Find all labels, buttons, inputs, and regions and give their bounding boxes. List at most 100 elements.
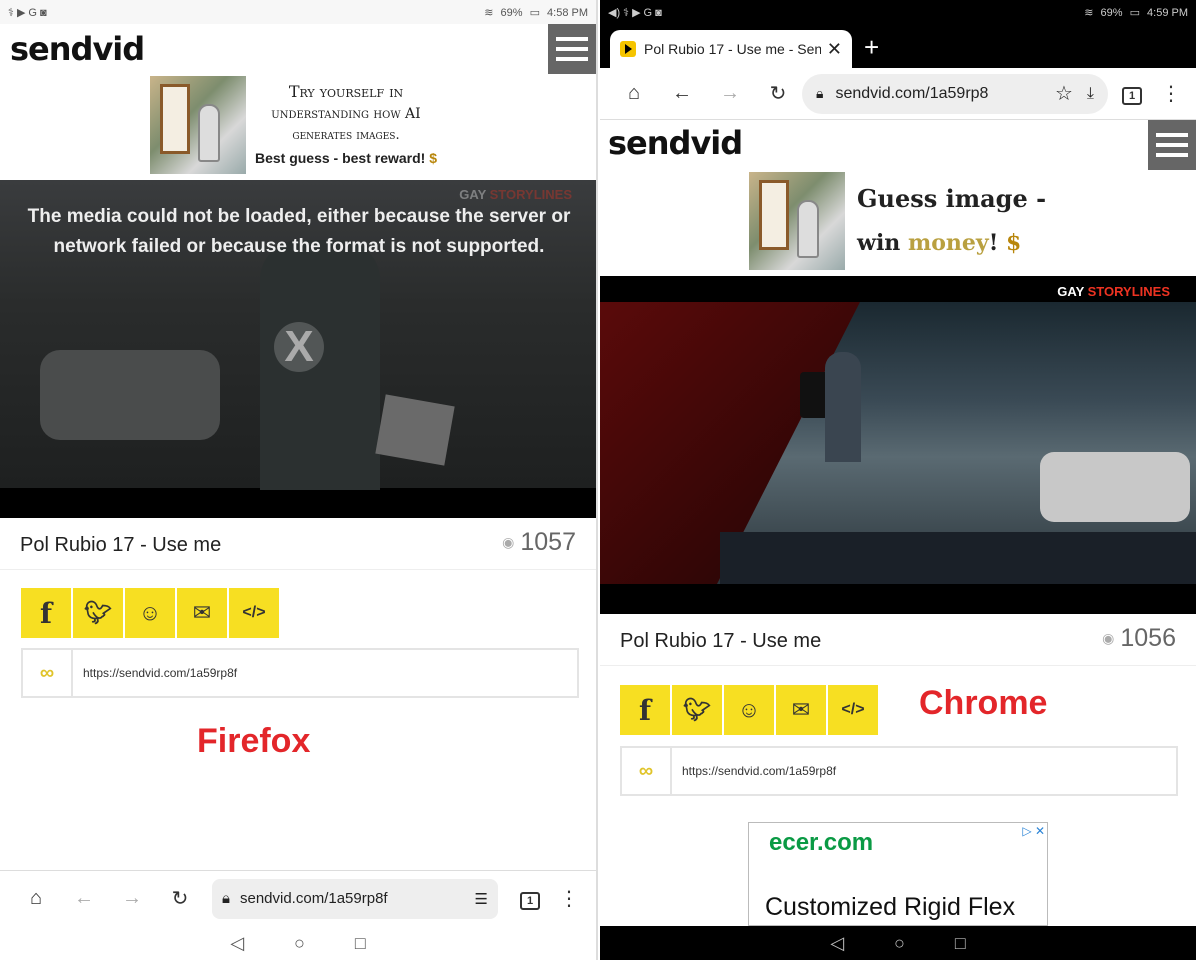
envelope-icon: ✉ <box>192 600 212 625</box>
firefox-panel: ⚕ ▶ G ◙ ≋ 69% ▭ 4:58 PM sendvid Try yoursel… <box>0 0 598 960</box>
back-icon[interactable]: ← <box>60 887 108 910</box>
more-menu-icon[interactable]: ⋮ <box>554 886 584 911</box>
nav-back-icon[interactable]: ◁ <box>830 933 844 954</box>
envelope-icon: ✉ <box>791 697 811 722</box>
status-bar: ⚕ ▶ G ◙ ≋ 69% ▭ 4:58 PM <box>0 0 596 24</box>
hamburger-menu-button[interactable] <box>1148 120 1196 170</box>
eye-icon: ◉ <box>1102 630 1115 646</box>
video-player[interactable]: GAY STORYLINES The media could not be lo… <box>0 180 596 518</box>
status-bar: ◀) ⚕ ▶ G ◙ ≋ 69% ▭ 4:59 PM <box>600 0 1196 24</box>
share-link-text[interactable]: https://sendvid.com/1a59rp8f <box>73 666 237 680</box>
video-title: Pol Rubio 17 - Use me <box>20 534 222 556</box>
firefox-toolbar: ⌂ ← → ↻ 🔒︎ sendvid.com/1a59rp8f ☰ 1 ⋮ <box>0 870 596 926</box>
video-player[interactable]: GAY STORYLINES <box>600 276 1196 614</box>
share-link-box[interactable]: ∞ https://sendvid.com/1a59rp8f <box>21 648 579 698</box>
twitter-share-button[interactable]: 🐦︎ <box>672 685 722 735</box>
robot-painting-image <box>749 172 845 270</box>
email-share-button[interactable]: ✉ <box>776 685 826 735</box>
view-count: 1056 <box>1120 624 1176 652</box>
home-icon[interactable]: ⌂ <box>12 887 60 910</box>
reddit-icon: ☺ <box>737 697 761 722</box>
notification-icons: ⚕ ▶ G ◙ <box>8 6 47 19</box>
facebook-share-button[interactable]: f <box>21 588 71 638</box>
twitter-share-button[interactable]: 🐦︎ <box>73 588 123 638</box>
hamburger-menu-button[interactable] <box>548 24 596 74</box>
nav-home-icon[interactable]: ○ <box>894 933 905 954</box>
close-ad-icon[interactable]: ✕ <box>1035 824 1045 838</box>
reddit-share-button[interactable]: ☺ <box>724 685 774 735</box>
embed-code-button[interactable]: </> <box>229 588 279 638</box>
reader-view-icon[interactable]: ☰ <box>475 890 488 908</box>
sendvid-favicon <box>620 41 636 57</box>
link-icon: ∞ <box>622 748 672 794</box>
browser-tab[interactable]: Pol Rubio 17 - Use me - Sendvid ✕ <box>610 30 852 68</box>
ad-line-1: Guess image - <box>857 184 1047 213</box>
wifi-icon: ≋ <box>1084 6 1094 19</box>
tab-strip: Pol Rubio 17 - Use me - Sendvid ✕ + <box>600 24 1196 68</box>
ad-banner[interactable]: Guess image - win money! $ <box>749 172 1051 270</box>
browser-label-firefox: Firefox <box>197 722 311 760</box>
forward-icon[interactable]: → <box>108 887 156 910</box>
tab-counter[interactable]: 1 <box>506 887 554 910</box>
reddit-share-button[interactable]: ☺ <box>125 588 175 638</box>
new-tab-icon[interactable]: + <box>864 32 879 63</box>
home-icon[interactable]: ⌂ <box>610 82 658 105</box>
nav-recents-icon[interactable]: □ <box>355 933 366 954</box>
site-header: sendvid <box>0 24 596 76</box>
tab-counter[interactable]: 1 <box>1108 82 1156 105</box>
embed-code-button[interactable]: </> <box>828 685 878 735</box>
share-link-box[interactable]: ∞ https://sendvid.com/1a59rp8f <box>620 746 1178 796</box>
battery-icon: ▭ <box>529 6 540 19</box>
share-link-text[interactable]: https://sendvid.com/1a59rp8f <box>672 764 836 778</box>
robot-painting-image <box>150 76 246 174</box>
adchoices-icon[interactable]: ▷ <box>1022 824 1031 838</box>
forward-icon[interactable]: → <box>706 82 754 105</box>
close-tab-icon[interactable]: ✕ <box>827 39 842 60</box>
download-icon[interactable]: ⤓ <box>1087 85 1094 103</box>
video-info-row: Pol Rubio 17 - Use me ◉ 1056 <box>600 614 1196 666</box>
email-share-button[interactable]: ✉ <box>177 588 227 638</box>
chrome-toolbar: ⌂ ← → ↻ 🔒︎ sendvid.com/1a59rp8 ☆ ⤓ 1 ⋮ <box>600 68 1196 120</box>
view-count: 1057 <box>520 528 576 556</box>
ad-banner[interactable]: Try yourself in understanding how AI gen… <box>150 76 446 174</box>
url-text: sendvid.com/1a59rp8f <box>239 890 388 907</box>
facebook-share-button[interactable]: f <box>620 685 670 735</box>
video-info-row: Pol Rubio 17 - Use me ◉ 1057 <box>0 518 596 570</box>
sendvid-logo[interactable]: sendvid <box>608 124 743 162</box>
sendvid-logo[interactable]: sendvid <box>10 30 145 68</box>
video-title: Pol Rubio 17 - Use me <box>620 630 822 652</box>
media-error-icon: X <box>274 322 324 372</box>
video-watermark: GAY STORYLINES <box>459 187 572 202</box>
reload-icon[interactable]: ↻ <box>754 81 802 106</box>
site-header: sendvid <box>600 120 1196 170</box>
chrome-panel: ◀) ⚕ ▶ G ◙ ≋ 69% ▭ 4:59 PM Pol Rubio 17 - Us… <box>600 0 1196 960</box>
lock-icon: 🔒︎ <box>222 890 230 907</box>
reddit-icon: ☺ <box>138 600 162 625</box>
money-bag-icon: $ <box>1006 230 1022 256</box>
url-text: sendvid.com/1a59rp8 <box>835 84 989 102</box>
ecer-tagline: Customized Rigid Flex <box>765 893 1016 921</box>
omnibox[interactable]: 🔒︎ sendvid.com/1a59rp8 ☆ ⤓ <box>802 73 1108 114</box>
clock: 4:58 PM <box>547 6 588 19</box>
nav-recents-icon[interactable]: □ <box>955 933 966 954</box>
ad-line-1: Try yourself in <box>288 82 404 101</box>
nav-home-icon[interactable]: ○ <box>294 933 305 954</box>
back-icon[interactable]: ← <box>658 82 706 105</box>
video-frame <box>600 302 1196 584</box>
android-nav-bar: ◁ ○ □ <box>600 926 1196 960</box>
browser-label-chrome: Chrome <box>919 684 1048 722</box>
bookmark-star-icon[interactable]: ☆ <box>1055 81 1073 106</box>
reload-icon[interactable]: ↻ <box>156 886 204 911</box>
video-watermark: GAY STORYLINES <box>1057 284 1170 299</box>
url-bar[interactable]: 🔒︎ sendvid.com/1a59rp8f ☰ <box>212 878 498 919</box>
share-buttons: f 🐦︎ ☺ ✉ </> <box>620 685 878 735</box>
more-menu-icon[interactable]: ⋮ <box>1156 81 1186 106</box>
nav-back-icon[interactable]: ◁ <box>230 933 244 954</box>
twitter-bird-icon: 🐦︎ <box>84 600 112 625</box>
battery-percent: 69% <box>500 6 523 19</box>
notification-icons: ◀) ⚕ ▶ G ◙ <box>608 6 662 19</box>
ecer-logo: ecer.com <box>769 829 874 856</box>
ad-line-2: understanding how AI <box>271 106 421 122</box>
wifi-icon: ≋ <box>484 6 494 19</box>
ecer-ad-banner[interactable]: ecer.com ▷ ✕ Customized Rigid Flex <box>748 822 1048 926</box>
